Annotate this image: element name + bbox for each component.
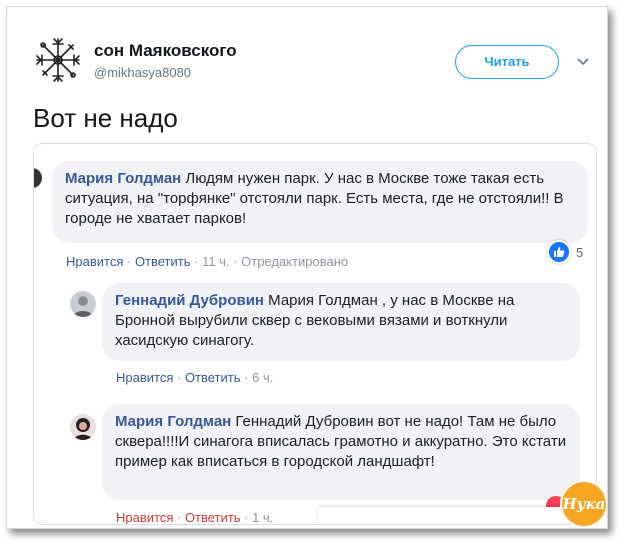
- reply-link[interactable]: Ответить: [185, 510, 241, 524]
- comment-time[interactable]: 11 ч.: [202, 254, 230, 269]
- comment-actions: Нравится · Ответить · 6 ч.: [116, 370, 274, 385]
- avatar: [34, 168, 42, 188]
- author-handle[interactable]: @mikhasya8080: [94, 65, 191, 80]
- reaction-summary[interactable]: 5: [547, 240, 583, 264]
- watermark-logo: Нука: [560, 480, 607, 528]
- comment-actions: Нравится · Ответить · 1 ч.: [116, 510, 274, 525]
- vegvisir-symbol-icon[interactable]: [33, 35, 83, 85]
- follow-button[interactable]: Читать: [455, 45, 559, 79]
- like-link[interactable]: Нравится: [116, 510, 173, 524]
- avatar[interactable]: [70, 414, 96, 440]
- commenter-name[interactable]: Мария Голдман: [65, 170, 181, 187]
- comment-bubble: Мария Голдман Людям нужен парк. У нас в …: [52, 161, 588, 243]
- thumbs-up-icon: [547, 240, 571, 264]
- comment-time[interactable]: 6 ч.: [252, 370, 273, 385]
- commenter-name[interactable]: Геннадий Дубровин: [115, 292, 264, 309]
- tweet-header: сон Маяковского @mikhasya8080 Читать: [7, 7, 607, 87]
- overlay-bar: [318, 507, 578, 524]
- like-link[interactable]: Нравится: [116, 370, 173, 385]
- chevron-down-icon[interactable]: [575, 53, 591, 69]
- reply-link[interactable]: Ответить: [185, 370, 241, 385]
- reaction-count: 5: [576, 244, 584, 260]
- avatar[interactable]: [70, 291, 96, 317]
- comment-bubble: Мария Голдман Геннадий Дубровин вот не н…: [102, 404, 580, 500]
- comment-bubble: Геннадий Дубровин Мария Голдман , у нас …: [102, 283, 580, 361]
- commenter-name[interactable]: Мария Голдман: [115, 413, 231, 430]
- screenshot-frame: сон Маяковского @mikhasya8080 Читать Вот…: [6, 6, 608, 529]
- reply-link[interactable]: Ответить: [135, 254, 191, 269]
- comment-actions: Нравится · Ответить · 11 ч. · Отредактир…: [66, 254, 349, 269]
- comment-time[interactable]: 1 ч.: [252, 510, 273, 524]
- tweet-text: Вот не надо: [33, 103, 178, 133]
- edited-label: Отредактировано: [241, 254, 349, 269]
- embedded-facebook-comments-screenshot: Мария Голдман Людям нужен парк. У нас в …: [33, 143, 597, 525]
- author-name[interactable]: сон Маяковского: [94, 41, 237, 61]
- like-link[interactable]: Нравится: [66, 254, 123, 269]
